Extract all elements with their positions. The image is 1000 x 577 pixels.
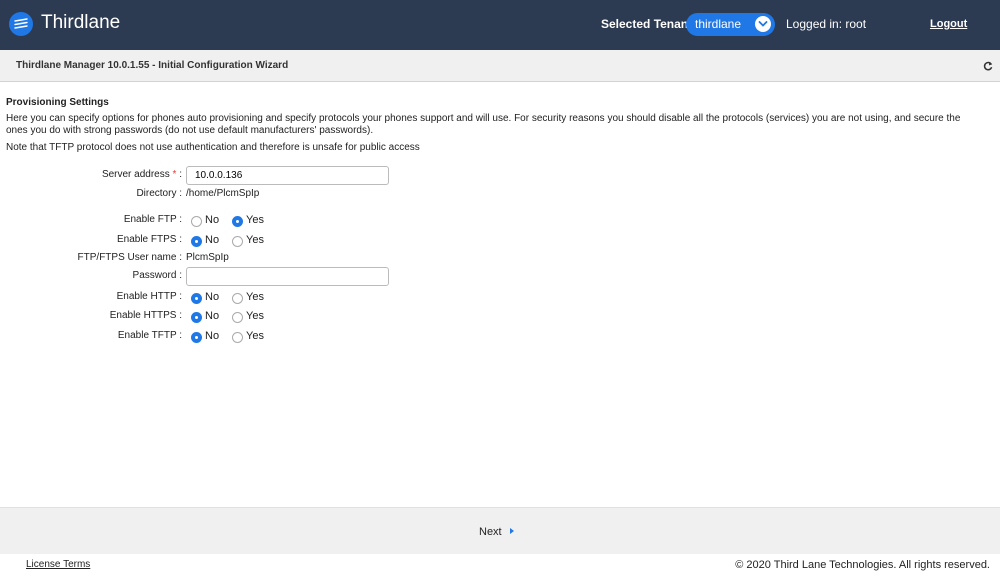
radio-selected-icon: [191, 312, 202, 323]
enable-ftps-label: Enable FTPS :: [116, 234, 182, 245]
chevron-down-icon: [755, 16, 771, 32]
enable-https-label: Enable HTTPS :: [109, 310, 182, 321]
thirdlane-logo-icon: [9, 12, 33, 36]
radio-circle-icon: [191, 216, 202, 227]
copyright-text: © 2020 Third Lane Technologies. All righ…: [735, 559, 990, 571]
required-marker: *: [172, 169, 177, 180]
page-title: Thirdlane Manager 10.0.1.55 - Initial Co…: [16, 60, 289, 71]
enable-tftp-label: Enable TFTP :: [117, 330, 182, 341]
arrow-right-icon[interactable]: [510, 528, 514, 534]
tftp-note: Note that TFTP protocol does not use aut…: [6, 142, 420, 153]
page-footer: License Terms © 2020 Third Lane Technolo…: [0, 554, 1000, 577]
logout-link[interactable]: Logout: [930, 18, 967, 30]
tenant-label: Selected Tenant :: [601, 17, 700, 31]
directory-label: Directory :: [136, 188, 182, 199]
radio-selected-icon: [191, 293, 202, 304]
wizard-nav-bar: Next: [0, 507, 1000, 554]
enable-ftp-label: Enable FTP :: [123, 214, 182, 225]
app-title: Thirdlane: [41, 12, 121, 33]
ftp-user-value: PlcmSpIp: [186, 252, 229, 263]
radio-selected-icon: [232, 216, 243, 227]
logged-in-user: Logged in: root: [786, 17, 867, 31]
next-button[interactable]: Next: [479, 526, 502, 538]
ftp-user-label: FTP/FTPS User name :: [77, 252, 182, 263]
section-description: Here you can specify options for phones …: [6, 113, 961, 136]
enable-http-label: Enable HTTP :: [116, 291, 182, 302]
top-header: Thirdlane Selected Tenant : thirdlane Lo…: [0, 0, 1000, 50]
wizard-title-bar: Thirdlane Manager 10.0.1.55 - Initial Co…: [0, 50, 1000, 82]
tenant-select[interactable]: thirdlane: [686, 13, 775, 36]
directory-value: /home/PlcmSpIp: [186, 188, 260, 199]
radio-selected-icon: [191, 236, 202, 247]
license-terms-link[interactable]: License Terms: [26, 559, 90, 570]
password-input[interactable]: [186, 267, 389, 286]
radio-selected-icon: [191, 332, 202, 343]
server-address-input[interactable]: [186, 166, 389, 185]
radio-circle-icon: [232, 293, 243, 304]
server-address-label: Server address * :: [101, 169, 182, 180]
radio-circle-icon: [232, 236, 243, 247]
refresh-icon[interactable]: [983, 61, 993, 74]
section-title: Provisioning Settings: [6, 97, 109, 108]
password-label: Password :: [132, 270, 182, 281]
radio-circle-icon: [232, 312, 243, 323]
tenant-value: thirdlane: [695, 17, 742, 31]
radio-circle-icon: [232, 332, 243, 343]
